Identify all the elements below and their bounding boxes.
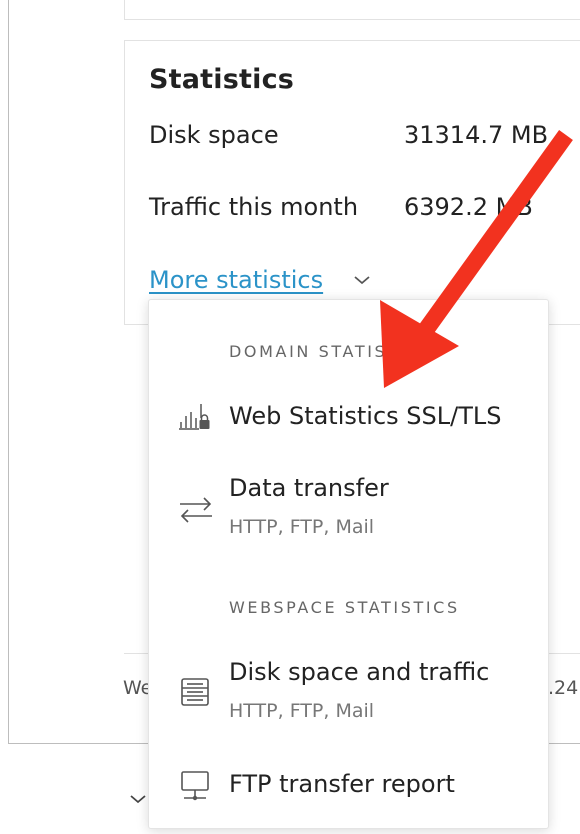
previous-card: [124, 0, 580, 20]
webspace-statistics-header: WEBSPACE STATISTICS: [229, 598, 460, 617]
more-statistics-link[interactable]: More statistics: [149, 266, 323, 294]
web-stats-lock-icon: [179, 404, 210, 430]
disk-space-traffic-subtitle: HTTP, FTP, Mail: [229, 700, 375, 722]
chevron-down-icon[interactable]: [352, 272, 372, 288]
chevron-down-icon[interactable]: [128, 792, 148, 806]
transfer-arrows-icon: [180, 497, 212, 523]
disk-space-value: 31314.7 MB: [404, 121, 549, 149]
disk-space-label: Disk space: [149, 121, 279, 149]
footer-value-fragment: .24: [548, 677, 579, 699]
web-statistics-label: Web Statistics SSL/TLS: [229, 402, 502, 430]
traffic-value: 6392.2 MB: [404, 193, 533, 221]
data-transfer-subtitle: HTTP, FTP, Mail: [229, 516, 375, 538]
ftp-transfer-report-label: FTP transfer report: [229, 770, 455, 798]
ftp-monitor-icon: [181, 771, 209, 801]
statistics-dropdown-menu: [148, 299, 549, 829]
list-document-icon: [181, 678, 209, 706]
traffic-label: Traffic this month: [149, 193, 359, 221]
data-transfer-label: Data transfer: [229, 474, 389, 502]
domain-statistics-header: DOMAIN STATISTICS: [229, 342, 434, 361]
disk-space-traffic-label: Disk space and traffic: [229, 658, 490, 686]
statistics-title: Statistics: [149, 64, 295, 95]
